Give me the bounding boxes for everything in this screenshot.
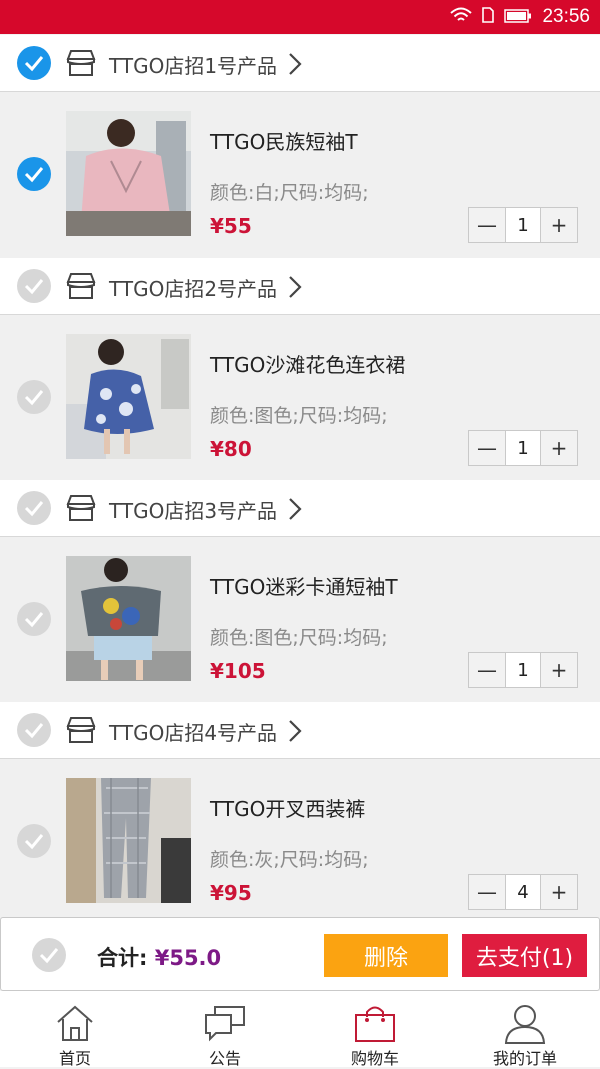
- product-price: ¥95: [210, 881, 252, 905]
- checkmark-icon: [24, 56, 44, 72]
- quantity-value[interactable]: 4: [505, 875, 541, 909]
- checkmark-icon: [39, 948, 59, 964]
- product-name[interactable]: TTGO民族短袖T: [210, 126, 358, 155]
- quantity-stepper: — 1 +: [468, 430, 578, 466]
- shop-name[interactable]: TTGO店招3号产品: [109, 495, 277, 524]
- checkmark-icon: [24, 501, 44, 517]
- nav-cart-label: 购物车: [350, 1049, 399, 1068]
- battery-icon: [504, 8, 532, 27]
- shop-header[interactable]: TTGO店招3号产品: [0, 480, 600, 537]
- product-image[interactable]: [66, 111, 191, 236]
- increment-button[interactable]: +: [541, 653, 577, 687]
- item-checkbox[interactable]: [17, 824, 51, 858]
- quantity-value[interactable]: 1: [505, 208, 541, 242]
- increment-button[interactable]: +: [541, 208, 577, 242]
- shop-checkbox[interactable]: [17, 46, 51, 80]
- shop-header[interactable]: TTGO店招2号产品: [0, 258, 600, 315]
- shop-checkbox[interactable]: [17, 269, 51, 303]
- item-checkbox[interactable]: [17, 157, 51, 191]
- shopping-bag-icon: [355, 1006, 395, 1042]
- chevron-right-icon[interactable]: [287, 274, 303, 300]
- checkmark-icon: [24, 723, 44, 739]
- shop-name[interactable]: TTGO店招2号产品: [109, 273, 277, 302]
- product-name[interactable]: TTGO开叉西装裤: [210, 793, 365, 822]
- store-icon: [66, 273, 96, 299]
- pay-button[interactable]: 去支付(1): [462, 934, 587, 977]
- store-icon: [66, 717, 96, 743]
- store-icon: [66, 495, 96, 521]
- shop-header[interactable]: TTGO店招4号产品: [0, 702, 600, 759]
- product-spec: 颜色:白;尺码:均码;: [210, 182, 369, 204]
- nav-orders[interactable]: 我的订单: [450, 991, 600, 1068]
- decrement-button[interactable]: —: [469, 653, 505, 687]
- cart-item: TTGO迷彩卡通短袖T 颜色:图色;尺码:均码; ¥105 — 1 +: [0, 537, 600, 703]
- bottom-nav: 首页 公告 购物车 我的订单: [0, 991, 600, 1068]
- total-amount: ¥55.0: [154, 946, 222, 970]
- checkmark-icon: [24, 612, 44, 628]
- decrement-button[interactable]: —: [469, 875, 505, 909]
- user-icon: [504, 1005, 546, 1044]
- item-checkbox[interactable]: [17, 380, 51, 414]
- cart-item: TTGO沙滩花色连衣裙 颜色:图色;尺码:均码; ¥80 — 1 +: [0, 315, 600, 481]
- store-icon: [66, 50, 96, 76]
- sim-icon: [482, 7, 495, 27]
- delete-button[interactable]: 删除: [324, 934, 448, 977]
- increment-button[interactable]: +: [541, 875, 577, 909]
- product-spec: 颜色:灰;尺码:均码;: [210, 849, 369, 871]
- nav-home-label: 首页: [58, 1049, 91, 1068]
- status-time: 23:56: [542, 6, 590, 27]
- nav-notice[interactable]: 公告: [150, 991, 300, 1068]
- chevron-right-icon[interactable]: [287, 496, 303, 522]
- checkmark-icon: [24, 279, 44, 295]
- product-image[interactable]: [66, 556, 191, 681]
- total-price: 合计: ¥55.0: [97, 942, 221, 972]
- nav-orders-label: 我的订单: [492, 1049, 557, 1068]
- checkmark-icon: [24, 834, 44, 850]
- nav-notice-label: 公告: [208, 1049, 241, 1068]
- product-price: ¥80: [210, 437, 252, 461]
- home-icon: [57, 1005, 93, 1041]
- checkmark-icon: [24, 167, 44, 183]
- checkout-bar: 合计: ¥55.0 删除 去支付(1): [0, 917, 600, 991]
- decrement-button[interactable]: —: [469, 208, 505, 242]
- item-checkbox[interactable]: [17, 602, 51, 636]
- increment-button[interactable]: +: [541, 431, 577, 465]
- cart-item: TTGO开叉西装裤 颜色:灰;尺码:均码; ¥95 — 4 +: [0, 759, 600, 925]
- select-all-checkbox[interactable]: [32, 938, 66, 972]
- chat-bubble-icon: [205, 1006, 245, 1042]
- shop-name[interactable]: TTGO店招4号产品: [109, 717, 277, 746]
- shop-checkbox[interactable]: [17, 713, 51, 747]
- product-spec: 颜色:图色;尺码:均码;: [210, 405, 388, 427]
- decrement-button[interactable]: —: [469, 431, 505, 465]
- shop-checkbox[interactable]: [17, 491, 51, 525]
- product-image[interactable]: [66, 778, 191, 903]
- total-label: 合计:: [97, 946, 148, 970]
- product-name[interactable]: TTGO沙滩花色连衣裙: [210, 349, 405, 378]
- product-price: ¥55: [210, 214, 252, 238]
- status-bar: 23:56: [0, 0, 600, 34]
- product-name[interactable]: TTGO迷彩卡通短袖T: [210, 571, 398, 600]
- nav-cart[interactable]: 购物车: [300, 991, 450, 1068]
- wifi-icon: [450, 7, 473, 27]
- shop-name[interactable]: TTGO店招1号产品: [109, 50, 277, 79]
- product-price: ¥105: [210, 659, 266, 683]
- quantity-stepper: — 4 +: [468, 874, 578, 910]
- product-spec: 颜色:图色;尺码:均码;: [210, 627, 388, 649]
- cart-item: TTGO民族短袖T 颜色:白;尺码:均码; ¥55 — 1 +: [0, 92, 600, 258]
- quantity-value[interactable]: 1: [505, 653, 541, 687]
- shop-header[interactable]: TTGO店招1号产品: [0, 35, 600, 92]
- checkmark-icon: [24, 390, 44, 406]
- quantity-stepper: — 1 +: [468, 207, 578, 243]
- quantity-stepper: — 1 +: [468, 652, 578, 688]
- nav-home[interactable]: 首页: [0, 991, 150, 1068]
- quantity-value[interactable]: 1: [505, 431, 541, 465]
- chevron-right-icon[interactable]: [287, 718, 303, 744]
- product-image[interactable]: [66, 334, 191, 459]
- chevron-right-icon[interactable]: [287, 51, 303, 77]
